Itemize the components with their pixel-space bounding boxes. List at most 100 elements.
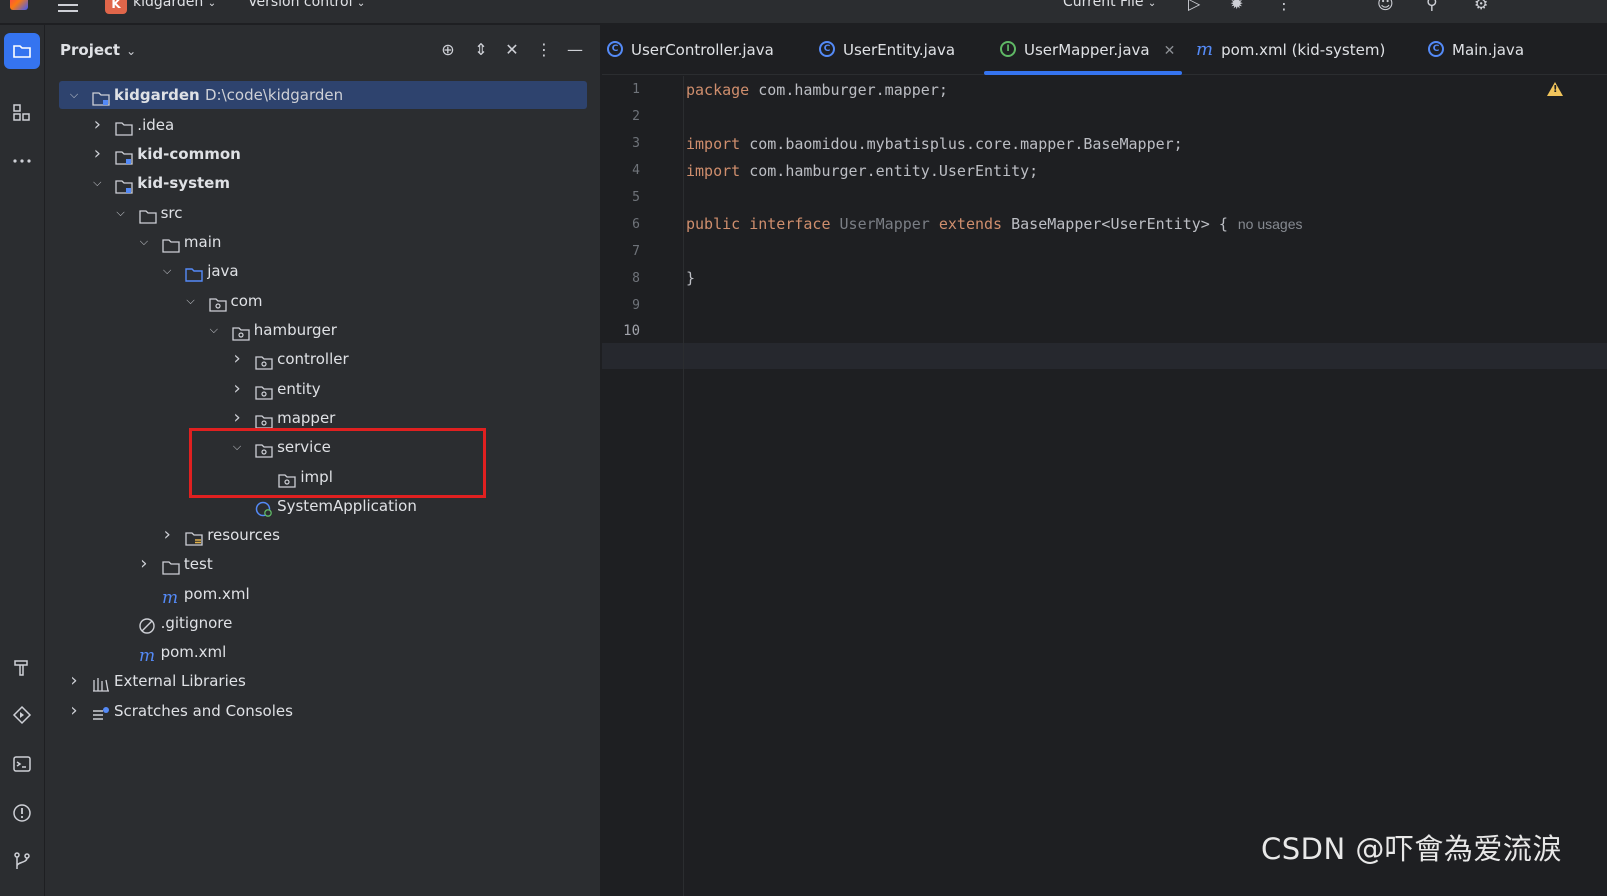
chevron-down-icon[interactable]: ⌵ xyxy=(114,199,128,227)
tree-item-label: src xyxy=(160,204,183,222)
run-icon[interactable]: ▷ xyxy=(1188,0,1200,13)
tab-pom-kid-system[interactable]: m pom.xml (kid-system) xyxy=(1196,25,1385,75)
tree-item[interactable]: › controller xyxy=(59,345,587,373)
line-number: 7 xyxy=(632,244,640,259)
tree-item[interactable]: ⌵ java xyxy=(59,257,587,285)
chevron-right-icon[interactable]: › xyxy=(90,140,104,168)
tool-window-strip xyxy=(0,25,45,896)
chevron-down-icon[interactable]: ⌵ xyxy=(184,287,198,315)
tab-user-controller[interactable]: C UserController.java xyxy=(607,25,774,75)
tree-item-label: Scratches and Consoles xyxy=(114,702,293,720)
package-icon xyxy=(255,381,273,400)
chevron-right-icon[interactable]: › xyxy=(230,345,244,373)
tree-item-label: External Libraries xyxy=(114,672,246,690)
warning-icon[interactable]: ! xyxy=(1547,82,1563,96)
tree-item-label: pom.xml xyxy=(183,585,250,603)
project-view-selector[interactable]: Project ⌄ xyxy=(60,41,136,59)
chevron-down-icon[interactable]: ⌵ xyxy=(90,169,104,197)
tree-item[interactable]: ⌵ main xyxy=(59,228,587,256)
usages-inlay-hint[interactable]: no usages xyxy=(1238,216,1303,232)
chevron-right-icon[interactable]: › xyxy=(67,667,81,695)
code-line-6[interactable]: public interface UserMapper extends Base… xyxy=(686,215,1302,233)
tree-item[interactable]: ⌵ src xyxy=(59,199,587,227)
problems-icon xyxy=(13,804,31,822)
settings-icon[interactable]: ⚙ xyxy=(1474,0,1488,13)
chevron-right-icon[interactable]: › xyxy=(90,111,104,139)
svg-text:m: m xyxy=(162,589,178,605)
tree-item[interactable]: ⌵ com xyxy=(59,287,587,315)
services-tool-button[interactable] xyxy=(4,697,40,733)
tree-item[interactable]: › External Libraries xyxy=(59,667,587,695)
tree-item[interactable]: m pom.xml xyxy=(59,580,587,608)
collapse-all-icon[interactable]: ✕ xyxy=(501,39,523,61)
tree-item[interactable]: ⌵ hamburger xyxy=(59,316,587,344)
hide-panel-icon[interactable]: — xyxy=(564,39,586,61)
search-icon[interactable]: ⚲ xyxy=(1426,0,1438,13)
options-menu-icon[interactable]: ⋮ xyxy=(533,39,555,61)
tree-item-label: test xyxy=(183,555,213,573)
tree-item-label: com xyxy=(230,292,263,310)
tree-item-label: kid-system xyxy=(137,174,230,192)
tree-item[interactable]: › entity xyxy=(59,375,587,403)
project-switcher[interactable]: kidgarden ⌄ xyxy=(133,0,216,10)
line-number: 3 xyxy=(632,136,640,151)
problems-tool-button[interactable] xyxy=(4,795,40,831)
tab-user-mapper[interactable]: I UserMapper.java ✕ xyxy=(1000,25,1175,75)
tree-item[interactable]: › resources xyxy=(59,521,587,549)
tree-item-label: controller xyxy=(277,350,349,368)
expand-all-icon[interactable]: ⇕ xyxy=(470,39,492,61)
code-line-3[interactable]: import com.baomidou.mybatisplus.core.map… xyxy=(686,135,1183,153)
tree-item[interactable]: › .idea xyxy=(59,111,587,139)
module-folder-icon xyxy=(115,146,133,165)
tree-item-label: java xyxy=(207,262,239,280)
ignore-file-icon xyxy=(138,615,157,634)
class-icon: C xyxy=(1428,40,1444,57)
run-config-selector[interactable]: Current File ⌄ xyxy=(1063,0,1156,10)
terminal-tool-button[interactable] xyxy=(4,746,40,782)
folder-icon xyxy=(162,556,180,575)
title-bar: K kidgarden ⌄ Version control ⌄ Current … xyxy=(0,0,1607,24)
project-tool-button[interactable] xyxy=(4,33,40,69)
tree-item[interactable]: .gitignore xyxy=(59,609,587,637)
code-line-8[interactable]: } xyxy=(686,269,695,287)
close-tab-icon[interactable]: ✕ xyxy=(1164,43,1176,59)
tree-item[interactable]: › kid-common xyxy=(59,140,587,168)
class-icon: C xyxy=(819,40,835,57)
more-actions-icon[interactable]: ⋮ xyxy=(1276,0,1292,13)
structure-tool-button[interactable] xyxy=(4,95,40,131)
chevron-right-icon[interactable]: › xyxy=(137,550,151,578)
chevron-down-icon[interactable]: ⌵ xyxy=(137,228,151,256)
tab-user-entity[interactable]: C UserEntity.java xyxy=(819,25,955,75)
tab-main[interactable]: C Main.java xyxy=(1428,25,1524,75)
more-tools-button[interactable] xyxy=(4,143,40,179)
line-number: 1 xyxy=(632,82,640,97)
git-tool-button[interactable] xyxy=(4,843,40,879)
code-line-1[interactable]: package com.hamburger.mapper; xyxy=(686,81,948,99)
chevron-down-icon[interactable]: ⌵ xyxy=(207,316,221,344)
add-user-icon[interactable]: ☺ xyxy=(1377,0,1394,13)
code-line-4[interactable]: import com.hamburger.entity.UserEntity; xyxy=(686,162,1038,180)
line-number: 2 xyxy=(632,109,640,124)
more-horizontal-icon xyxy=(13,159,31,163)
vcs-menu[interactable]: Version control ⌄ xyxy=(248,0,365,10)
tree-item[interactable]: › test xyxy=(59,550,587,578)
project-badge[interactable]: K xyxy=(105,0,127,14)
chevron-down-icon[interactable]: ⌵ xyxy=(160,257,174,285)
chevron-right-icon[interactable]: › xyxy=(160,521,174,549)
tree-item[interactable]: › Scratches and Consoles xyxy=(59,697,587,725)
chevron-right-icon[interactable]: › xyxy=(67,697,81,725)
main-menu-icon[interactable] xyxy=(58,0,78,12)
debug-icon[interactable]: ✹ xyxy=(1230,0,1243,13)
folder-icon xyxy=(115,117,133,136)
tree-item[interactable]: ⌵ kidgarden D:\code\kidgarden xyxy=(59,81,587,109)
locate-file-icon[interactable]: ⊕ xyxy=(437,39,459,61)
current-line-highlight xyxy=(602,343,1607,369)
build-tool-button[interactable] xyxy=(4,649,40,685)
editor-area: C UserController.java C UserEntity.java IU… xyxy=(602,25,1607,896)
services-icon xyxy=(12,705,32,725)
chevron-down-icon[interactable]: ⌵ xyxy=(67,81,81,109)
folder-icon xyxy=(138,205,157,224)
tree-item[interactable]: ⌵ kid-system xyxy=(59,169,587,197)
tree-item[interactable]: m pom.xml xyxy=(59,638,587,666)
chevron-right-icon[interactable]: › xyxy=(230,375,244,403)
